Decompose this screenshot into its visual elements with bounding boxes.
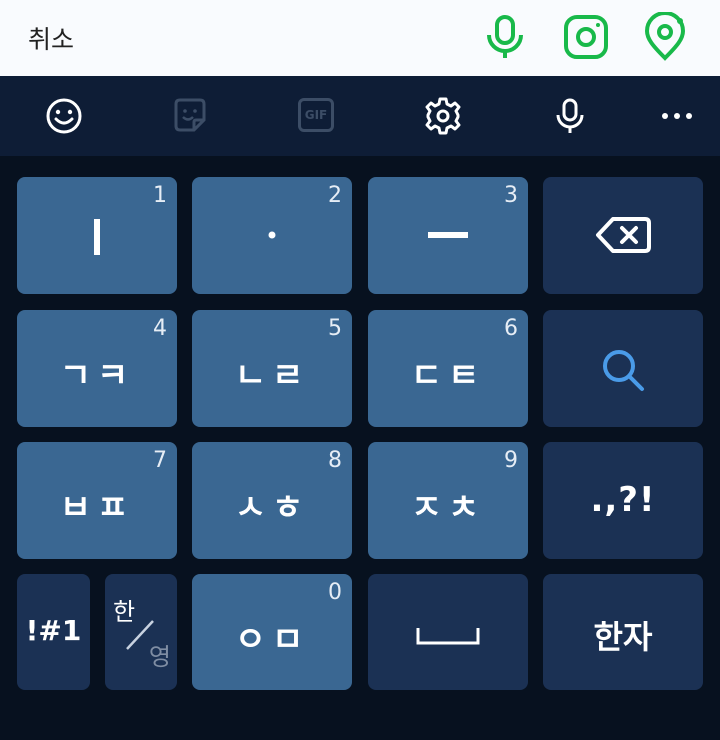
- key-number: 2: [328, 183, 342, 208]
- key-label: !#1: [25, 614, 82, 647]
- key-6[interactable]: 6 ㄷㅌ: [368, 310, 528, 427]
- space-bar-icon: [416, 628, 480, 645]
- key-8[interactable]: 8 ㅅㅎ: [192, 442, 352, 559]
- more-options-icon[interactable]: [657, 96, 697, 136]
- search-key[interactable]: [543, 310, 703, 427]
- punctuation-key[interactable]: .,?!: [543, 442, 703, 559]
- gear-icon[interactable]: [423, 96, 463, 136]
- location-pin-icon[interactable]: [640, 12, 690, 62]
- key-1[interactable]: 1: [17, 177, 177, 294]
- space-key[interactable]: [368, 574, 528, 690]
- key-number: 5: [328, 316, 342, 341]
- key-label: ㄷㅌ: [410, 356, 486, 396]
- emoji-icon[interactable]: [44, 96, 84, 136]
- key-0[interactable]: 0 ㅇㅁ: [192, 574, 352, 690]
- key-number: 6: [504, 316, 518, 341]
- backspace-icon: [596, 217, 651, 253]
- gif-label: GIF: [304, 108, 328, 122]
- hanja-key[interactable]: 한자: [543, 574, 703, 690]
- key-3[interactable]: 3: [368, 177, 528, 294]
- key-9[interactable]: 9 ㅈㅊ: [368, 442, 528, 559]
- sticker-icon[interactable]: [170, 96, 210, 136]
- key-4[interactable]: 4 ㄱㅋ: [17, 310, 177, 427]
- key-number: 7: [153, 448, 167, 473]
- key-label: ㄱㅋ: [59, 356, 135, 396]
- language-toggle-key[interactable]: 한 영: [105, 574, 177, 690]
- key-label: ㅇㅁ: [234, 620, 310, 660]
- key-label: 한자: [593, 618, 653, 656]
- symbols-key[interactable]: !#1: [17, 574, 90, 690]
- vowel-dot: [268, 231, 276, 239]
- key-number: 3: [504, 183, 518, 208]
- gif-button[interactable]: GIF: [298, 98, 334, 132]
- key-number: 0: [328, 580, 342, 605]
- microphone-icon[interactable]: [480, 12, 530, 62]
- key-5[interactable]: 5 ㄴㄹ: [192, 310, 352, 427]
- key-number: 4: [153, 316, 167, 341]
- search-icon: [603, 350, 644, 391]
- cancel-button[interactable]: 취소: [28, 20, 74, 56]
- key-label: .,?!: [590, 480, 656, 520]
- keyboard: 1 2 3 4 ㄱㅋ 5 ㄴㄹ 6 ㄷㅌ 7 ㅂㅍ 8 ㅅㅎ 9 ㅈㅊ .,?!…: [0, 156, 720, 740]
- key-label: ㅅㅎ: [234, 488, 310, 528]
- keyboard-toolbar: GIF: [0, 76, 720, 156]
- key-number: 1: [153, 183, 167, 208]
- voice-input-icon[interactable]: [550, 96, 590, 136]
- key-label: ㄴㄹ: [234, 356, 310, 396]
- lang-english: 영: [148, 643, 171, 671]
- key-number: 9: [504, 448, 518, 473]
- vowel-stroke-vertical: [94, 219, 100, 255]
- vowel-stroke-horizontal: [428, 232, 468, 238]
- key-label: ㅈㅊ: [410, 488, 486, 528]
- top-bar: 취소: [0, 0, 720, 76]
- key-2[interactable]: 2: [192, 177, 352, 294]
- backspace-key[interactable]: [543, 177, 703, 294]
- camera-scan-icon[interactable]: [561, 12, 611, 62]
- key-7[interactable]: 7 ㅂㅍ: [17, 442, 177, 559]
- key-number: 8: [328, 448, 342, 473]
- key-label: ㅂㅍ: [59, 488, 135, 528]
